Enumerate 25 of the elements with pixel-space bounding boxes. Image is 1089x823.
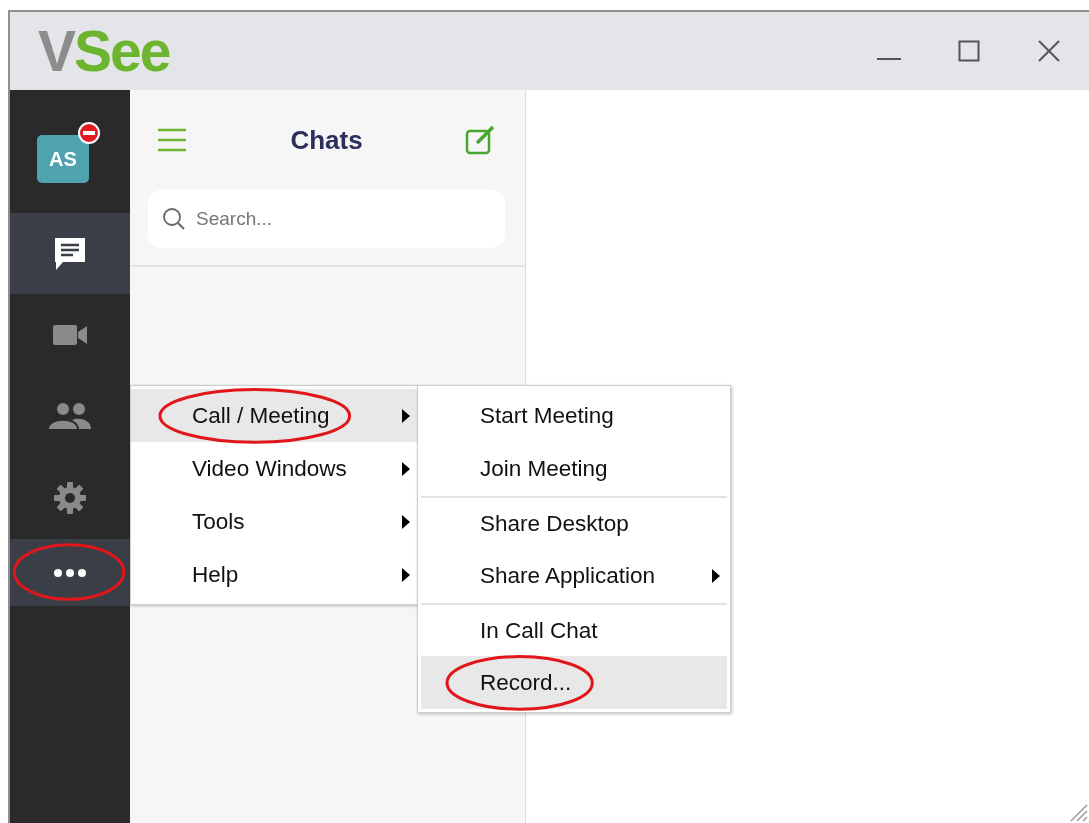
menu-item[interactable]: Start Meeting: [421, 389, 727, 442]
menu-item[interactable]: Record...: [421, 656, 727, 709]
maximize-icon: [958, 40, 980, 62]
menu-item[interactable]: Tools: [131, 495, 417, 548]
menu-item[interactable]: Video Windows: [131, 442, 417, 495]
app-logo: VSee: [38, 22, 170, 80]
search-field[interactable]: Search...: [194, 203, 491, 235]
close-icon: [1037, 39, 1061, 63]
chat-icon: [53, 235, 87, 272]
minimize-icon: [876, 58, 902, 60]
search-icon: [162, 207, 186, 231]
compose-icon[interactable]: [465, 124, 497, 156]
menu-item[interactable]: Join Meeting: [421, 442, 727, 495]
rail-item[interactable]: [10, 213, 130, 294]
menu-item[interactable]: Help: [131, 548, 417, 601]
panel-title: Chats: [289, 123, 364, 157]
search-box[interactable]: Search...: [148, 190, 505, 248]
menu-item[interactable]: Share Desktop: [421, 496, 727, 549]
menu-item[interactable]: Share Application: [421, 549, 727, 602]
menu-icon[interactable]: [156, 126, 188, 154]
people-icon: [48, 401, 92, 430]
more-icon: [53, 567, 87, 578]
gear-icon: [53, 480, 87, 515]
video-camera-icon: [52, 322, 88, 347]
menu-item[interactable]: Call / Meeting: [131, 389, 417, 442]
